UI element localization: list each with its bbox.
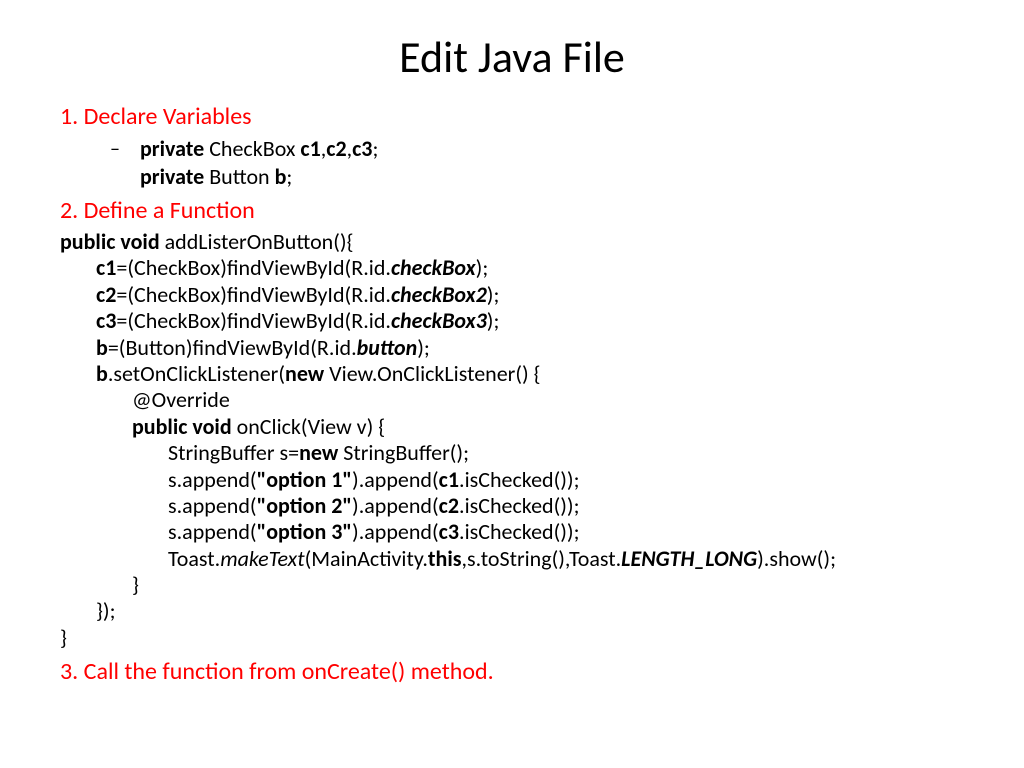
txt: .isChecked()); bbox=[459, 518, 579, 545]
method-signature: public void addListerOnButton(){ bbox=[60, 229, 964, 255]
txt: addListerOnButton(){ bbox=[160, 228, 354, 255]
txt: =(CheckBox)findViewById(R.id. bbox=[116, 254, 391, 281]
line-append-2: s.append("option 2").append(c2.isChecked… bbox=[60, 493, 964, 519]
txt: StringBuffer s= bbox=[168, 439, 299, 466]
id: button bbox=[357, 334, 418, 361]
txt: .isChecked()); bbox=[459, 466, 579, 493]
var: b bbox=[96, 360, 108, 387]
line-listener: b.setOnClickListener(new View.OnClickLis… bbox=[60, 361, 964, 387]
txt: ; bbox=[286, 163, 292, 190]
var: b bbox=[96, 334, 108, 361]
kw-public-void: public void bbox=[60, 228, 160, 255]
str: "option 3" bbox=[257, 518, 352, 545]
close-brace-inner: } bbox=[60, 572, 964, 598]
make-text: makeText bbox=[220, 545, 304, 572]
txt: s.append( bbox=[168, 492, 257, 519]
kw-private: private bbox=[140, 135, 204, 162]
var: c1 bbox=[439, 466, 459, 493]
txt: Button bbox=[204, 163, 274, 190]
var-c3: c3 bbox=[352, 135, 372, 162]
kw-private: private bbox=[140, 163, 204, 190]
txt: ).show(); bbox=[757, 545, 836, 572]
close-listener: }); bbox=[60, 598, 964, 624]
slide-title: Edit Java File bbox=[60, 30, 964, 84]
line-c1: c1=(CheckBox)findViewById(R.id.checkBox)… bbox=[60, 255, 964, 281]
str: "option 1" bbox=[257, 466, 352, 493]
code-block: public void addListerOnButton(){ c1=(Che… bbox=[60, 229, 964, 651]
txt: =(CheckBox)findViewById(R.id. bbox=[116, 281, 391, 308]
txt: .isChecked()); bbox=[459, 492, 579, 519]
kw-this: this bbox=[428, 545, 462, 572]
const: LENGTH_LONG bbox=[621, 545, 757, 572]
kw-new: new bbox=[299, 439, 338, 466]
txt: onClick(View v) { bbox=[232, 413, 386, 440]
var: c1 bbox=[96, 254, 116, 281]
txt: View.OnClickListener() { bbox=[324, 360, 540, 387]
txt: s.append( bbox=[168, 518, 257, 545]
txt: ); bbox=[476, 254, 489, 281]
section-2-heading: 2. Define a Function bbox=[60, 196, 964, 225]
var-c1: c1 bbox=[300, 135, 320, 162]
line-append-3: s.append("option 3").append(c3.isChecked… bbox=[60, 519, 964, 545]
close-method: } bbox=[60, 625, 964, 651]
txt: Toast. bbox=[168, 545, 220, 572]
str: "option 2" bbox=[257, 492, 352, 519]
line-onclick: public void onClick(View v) { bbox=[60, 414, 964, 440]
slide: Edit Java File 1. Declare Variables – pr… bbox=[0, 0, 1024, 720]
line-c3: c3=(CheckBox)findViewById(R.id.checkBox3… bbox=[60, 308, 964, 334]
txt: .setOnClickListener( bbox=[108, 360, 285, 387]
line-stringbuffer: StringBuffer s=new StringBuffer(); bbox=[60, 440, 964, 466]
id: checkBox bbox=[391, 254, 476, 281]
line-b: b=(Button)findViewById(R.id.button); bbox=[60, 335, 964, 361]
txt: (MainActivity. bbox=[305, 545, 428, 572]
var-b: b bbox=[275, 163, 287, 190]
txt: s.append( bbox=[168, 466, 257, 493]
id: checkBox2 bbox=[391, 281, 487, 308]
txt: StringBuffer(); bbox=[338, 439, 469, 466]
var: c3 bbox=[96, 307, 116, 334]
txt: =(CheckBox)findViewById(R.id. bbox=[116, 307, 391, 334]
txt: ); bbox=[487, 307, 500, 334]
txt: ); bbox=[417, 334, 430, 361]
kw-new: new bbox=[285, 360, 324, 387]
var: c2 bbox=[96, 281, 116, 308]
var: c2 bbox=[439, 492, 459, 519]
line-append-1: s.append("option 1").append(c1.isChecked… bbox=[60, 467, 964, 493]
line-override: @Override bbox=[60, 387, 964, 413]
var: c3 bbox=[439, 518, 459, 545]
txt: ,s.toString(),Toast. bbox=[462, 545, 622, 572]
section-3-heading: 3. Call the function from onCreate() met… bbox=[60, 657, 964, 686]
txt: ); bbox=[487, 281, 500, 308]
id: checkBox3 bbox=[391, 307, 487, 334]
txt: =(Button)findViewById(R.id. bbox=[108, 334, 357, 361]
line-c2: c2=(CheckBox)findViewById(R.id.checkBox2… bbox=[60, 282, 964, 308]
section-1-heading: 1. Declare Variables bbox=[60, 102, 964, 131]
var-c2: c2 bbox=[326, 135, 346, 162]
txt: ).append( bbox=[352, 492, 439, 519]
txt: CheckBox bbox=[204, 135, 300, 162]
kw-public-void: public void bbox=[132, 413, 232, 440]
line-toast: Toast.makeText(MainActivity.this,s.toStr… bbox=[60, 546, 964, 572]
txt: ; bbox=[372, 135, 378, 162]
bullet-dash: – bbox=[110, 137, 120, 162]
txt: ).append( bbox=[352, 466, 439, 493]
variable-declaration: – private CheckBox c1,c2,c3; private But… bbox=[140, 135, 964, 190]
txt: ).append( bbox=[352, 518, 439, 545]
